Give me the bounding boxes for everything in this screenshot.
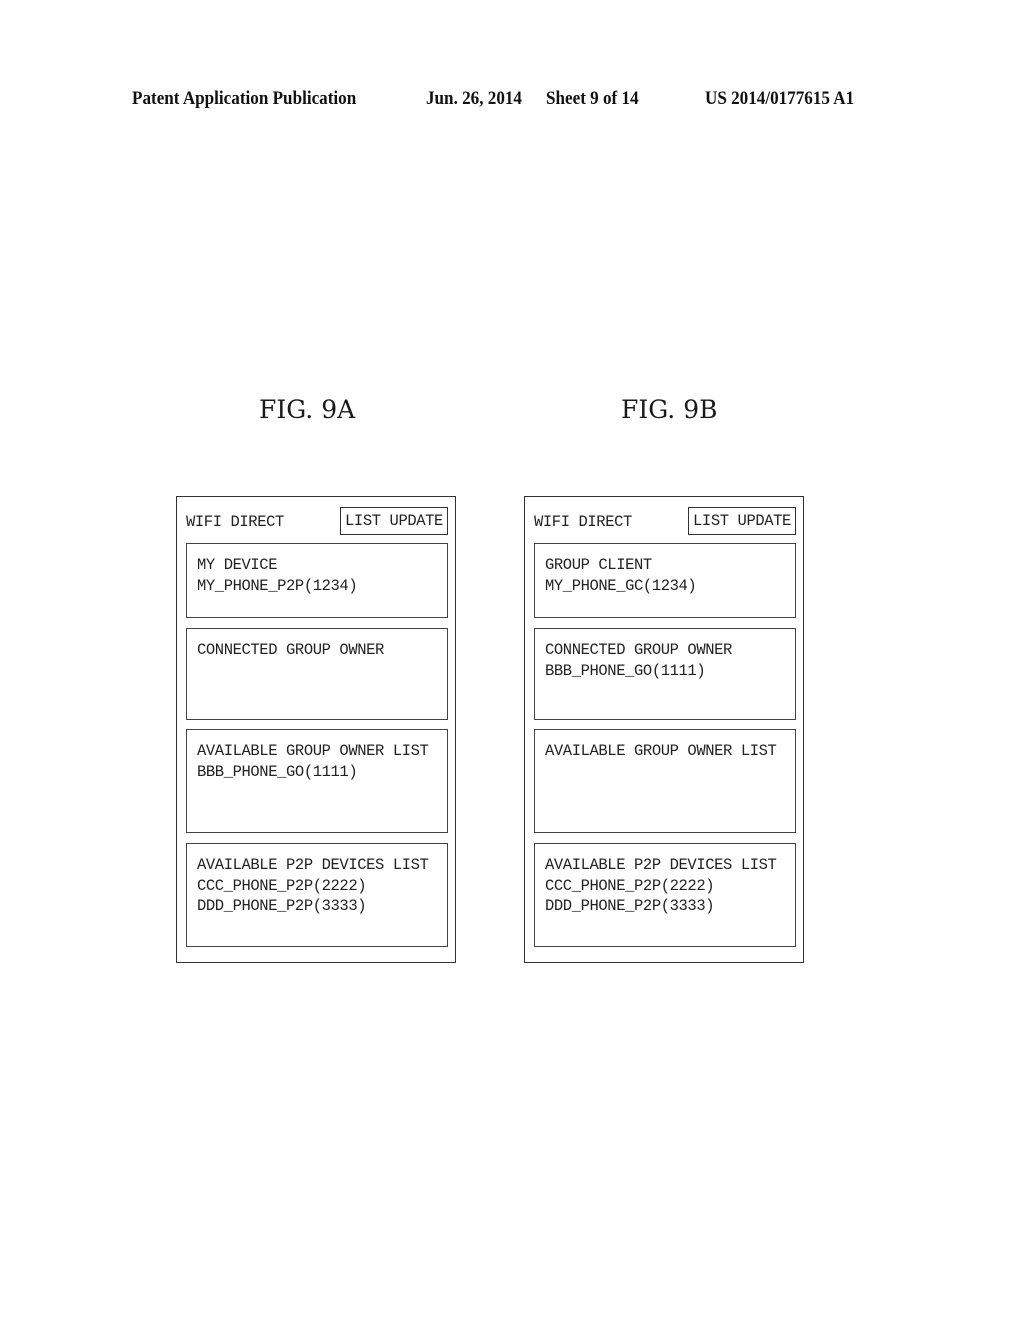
panel-title: AVAILABLE GROUP OWNER LIST bbox=[197, 742, 429, 760]
connected-group-owner-panel: CONNECTED GROUP OWNER bbox=[186, 628, 448, 720]
group-client-panel: GROUP CLIENT MY_PHONE_GC(1234) bbox=[534, 543, 796, 618]
list-update-button[interactable]: LIST UPDATE bbox=[688, 507, 796, 535]
figure-label-9b: FIG. 9B bbox=[621, 395, 718, 424]
connected-group-owner-panel: CONNECTED GROUP OWNER BBB_PHONE_GO(1111) bbox=[534, 628, 796, 720]
available-group-owner-list-panel: AVAILABLE GROUP OWNER LIST bbox=[534, 729, 796, 833]
publication-header: Patent Application Publication Jun. 26, … bbox=[0, 88, 1024, 114]
group-owner-list-item[interactable]: BBB_PHONE_GO(1111) bbox=[197, 762, 428, 783]
app-title: WIFI DIRECT bbox=[534, 513, 632, 531]
p2p-device-list-item[interactable]: CCC_PHONE_P2P(2222) bbox=[545, 876, 776, 897]
sheet-number: Sheet 9 of 14 bbox=[546, 88, 639, 109]
wifi-direct-screen-9b: WIFI DIRECT LIST UPDATE GROUP CLIENT MY_… bbox=[524, 496, 804, 963]
device-entry[interactable]: MY_PHONE_P2P(1234) bbox=[197, 576, 358, 597]
panel-title: AVAILABLE P2P DEVICES LIST bbox=[545, 856, 777, 874]
my-device-panel: MY DEVICE MY_PHONE_P2P(1234) bbox=[186, 543, 448, 618]
figure-label-9a: FIG. 9A bbox=[259, 395, 356, 424]
panel-title: MY DEVICE bbox=[197, 556, 278, 574]
list-update-button[interactable]: LIST UPDATE bbox=[340, 507, 448, 535]
p2p-device-list-item[interactable]: CCC_PHONE_P2P(2222) bbox=[197, 876, 428, 897]
connected-group-owner-entry[interactable]: BBB_PHONE_GO(1111) bbox=[545, 661, 732, 682]
publication-date: Jun. 26, 2014 bbox=[426, 88, 522, 109]
wifi-direct-screen-9a: WIFI DIRECT LIST UPDATE MY DEVICE MY_PHO… bbox=[176, 496, 456, 963]
patent-number: US 2014/0177615 A1 bbox=[705, 88, 855, 109]
publication-title: Patent Application Publication bbox=[132, 88, 357, 109]
panel-title: AVAILABLE P2P DEVICES LIST bbox=[197, 856, 429, 874]
panel-title: CONNECTED GROUP OWNER bbox=[545, 641, 732, 659]
p2p-device-list-item[interactable]: DDD_PHONE_P2P(3333) bbox=[545, 896, 776, 917]
app-title: WIFI DIRECT bbox=[186, 513, 284, 531]
available-p2p-devices-list-panel: AVAILABLE P2P DEVICES LIST CCC_PHONE_P2P… bbox=[186, 843, 448, 947]
panel-title: GROUP CLIENT bbox=[545, 556, 652, 574]
panel-title: CONNECTED GROUP OWNER bbox=[197, 641, 384, 659]
panel-title: AVAILABLE GROUP OWNER LIST bbox=[545, 742, 777, 760]
p2p-device-list-item[interactable]: DDD_PHONE_P2P(3333) bbox=[197, 896, 428, 917]
available-group-owner-list-panel: AVAILABLE GROUP OWNER LIST BBB_PHONE_GO(… bbox=[186, 729, 448, 833]
device-entry[interactable]: MY_PHONE_GC(1234) bbox=[545, 576, 697, 597]
available-p2p-devices-list-panel: AVAILABLE P2P DEVICES LIST CCC_PHONE_P2P… bbox=[534, 843, 796, 947]
